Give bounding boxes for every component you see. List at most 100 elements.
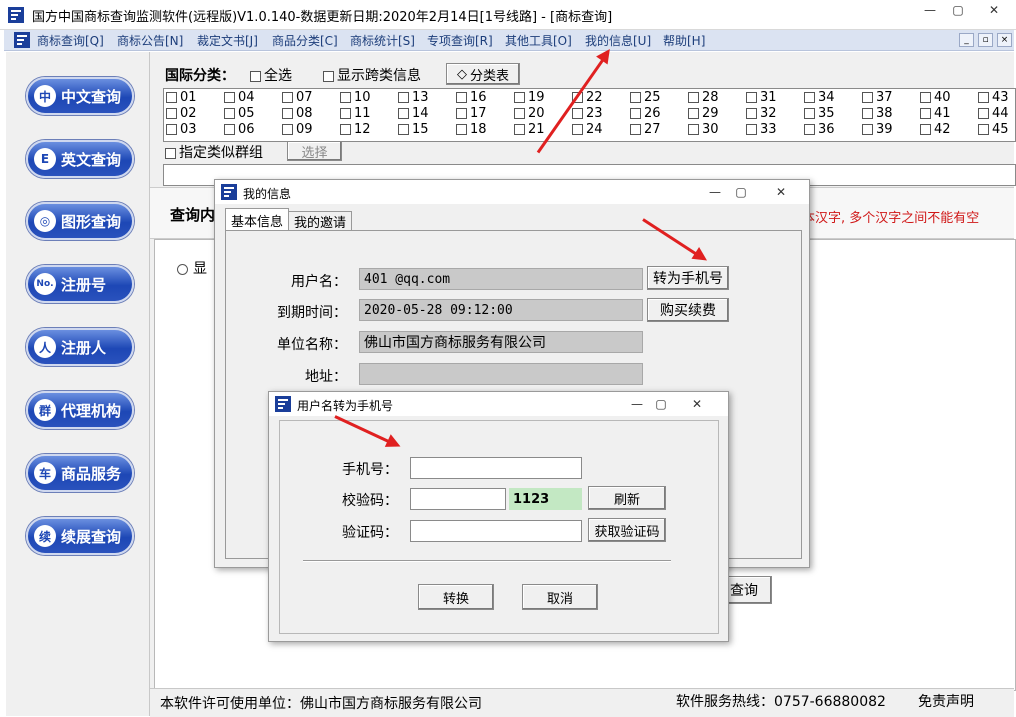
class-checkbox[interactable]: 16 (456, 90, 487, 105)
renew-button[interactable]: 购买续费 (647, 298, 729, 322)
class-checkbox[interactable]: 36 (804, 122, 835, 137)
phone-input[interactable] (410, 457, 582, 479)
class-checkbox[interactable]: 05 (224, 106, 255, 121)
sidebar-english-query[interactable]: E 英文查询 (26, 140, 134, 178)
class-checkbox[interactable]: 10 (340, 90, 371, 105)
sidebar-registrant[interactable]: 人注册人 (26, 328, 134, 366)
menu-statistics[interactable]: 商标统计[S] (350, 32, 415, 49)
class-checkbox[interactable]: 31 (746, 90, 777, 105)
class-checkbox[interactable]: 11 (340, 106, 371, 121)
similar-group-checkbox[interactable]: 指定类似群组 (165, 142, 263, 162)
tab-basic-info[interactable]: 基本信息 (225, 208, 289, 231)
class-checkbox[interactable]: 13 (398, 90, 429, 105)
class-checkbox[interactable]: 29 (688, 106, 719, 121)
sidebar-chinese-query[interactable]: 中中文查询 (26, 77, 134, 115)
menu-special-query[interactable]: 专项查询[R] (427, 32, 493, 49)
class-checkbox[interactable]: 39 (862, 122, 893, 137)
class-checkbox[interactable]: 17 (456, 106, 487, 121)
class-checkbox[interactable]: 20 (514, 106, 545, 121)
class-checkbox[interactable]: 25 (630, 90, 661, 105)
class-checkbox[interactable]: 38 (862, 106, 893, 121)
class-checkbox[interactable]: 08 (282, 106, 313, 121)
sidebar-agency[interactable]: 群代理机构 (26, 391, 134, 429)
class-checkbox[interactable]: 14 (398, 106, 429, 121)
convert-maximize-icon[interactable]: ▢ (647, 395, 675, 413)
class-checkbox[interactable]: 23 (572, 106, 603, 121)
minimize-icon[interactable]: — (916, 1, 944, 19)
menu-help[interactable]: 帮助[H] (663, 32, 705, 49)
refresh-button[interactable]: 刷新 (588, 486, 666, 510)
class-checkbox[interactable]: 40 (920, 90, 951, 105)
class-checkbox[interactable]: 33 (746, 122, 777, 137)
tab-my-invitation[interactable]: 我的邀请 (288, 211, 352, 231)
class-checkbox[interactable]: 24 (572, 122, 603, 137)
dialog-maximize-icon[interactable]: ▢ (727, 183, 755, 201)
class-checkbox[interactable]: 19 (514, 90, 545, 105)
group-icon: 群 (34, 399, 56, 421)
sidebar-goods-services[interactable]: 车商品服务 (26, 454, 134, 492)
check-code-input[interactable] (410, 488, 506, 510)
username-field[interactable]: 401 @qq.com (359, 268, 643, 290)
class-checkbox[interactable]: 42 (920, 122, 951, 137)
child-close-icon[interactable]: × (997, 33, 1012, 47)
menu-other-tools[interactable]: 其他工具[O] (505, 32, 572, 49)
to-mobile-button[interactable]: 转为手机号 (647, 266, 729, 290)
convert-dialog-app-icon (275, 396, 291, 412)
menu-trademark-query[interactable]: 商标查询[Q] (37, 32, 104, 49)
address-field[interactable] (359, 363, 643, 385)
class-checkbox[interactable]: 28 (688, 90, 719, 105)
menu-my-info[interactable]: 我的信息[U] (585, 32, 651, 49)
sidebar-graphic-query[interactable]: ◎ 图形查询 (26, 202, 134, 240)
class-checkbox[interactable]: 44 (978, 106, 1009, 121)
class-checkbox[interactable]: 09 (282, 122, 313, 137)
class-checkbox[interactable]: 06 (224, 122, 255, 137)
class-checkbox[interactable]: 26 (630, 106, 661, 121)
class-checkbox[interactable]: 21 (514, 122, 545, 137)
class-checkbox[interactable]: 45 (978, 122, 1009, 137)
class-checkbox[interactable]: 30 (688, 122, 719, 137)
sidebar-renewal-query[interactable]: 续续展查询 (26, 517, 134, 555)
class-checkbox-grid: 01 02 03 04 05 06 07 08 09 10 11 12 13 14 15 16 17 18 19 20… (163, 88, 1016, 142)
child-restore-icon[interactable]: ▫ (978, 33, 993, 47)
class-table-button[interactable]: ◇ 分类表 (446, 63, 520, 85)
license-text: 本软件许可使用单位：佛山市国方商标服务有限公司 (160, 696, 482, 712)
class-checkbox[interactable]: 12 (340, 122, 371, 137)
class-checkbox[interactable]: 15 (398, 122, 429, 137)
class-checkbox[interactable]: 01 (166, 90, 197, 105)
verify-code-input[interactable] (410, 520, 582, 542)
maximize-icon[interactable]: ▢ (944, 1, 972, 19)
convert-close-icon[interactable]: ✕ (683, 395, 711, 413)
class-checkbox[interactable]: 27 (630, 122, 661, 137)
hotline-text: 软件服务热线：0757-66880082 (676, 694, 886, 710)
choose-button[interactable]: 选择 (287, 141, 342, 161)
close-icon[interactable]: ✕ (980, 1, 1008, 19)
class-checkbox[interactable]: 32 (746, 106, 777, 121)
class-checkbox[interactable]: 03 (166, 122, 197, 137)
child-minimize-icon[interactable]: _ (959, 33, 974, 47)
class-checkbox[interactable]: 34 (804, 90, 835, 105)
class-checkbox[interactable]: 43 (978, 90, 1009, 105)
class-checkbox[interactable]: 41 (920, 106, 951, 121)
expiry-field[interactable]: 2020-05-28 09:12:00 (359, 299, 643, 321)
company-field[interactable]: 佛山市国方商标服务有限公司 (359, 331, 643, 353)
menu-rulings[interactable]: 裁定文书[J] (197, 32, 258, 49)
convert-button[interactable]: 转换 (418, 584, 494, 610)
class-checkbox[interactable]: 35 (804, 106, 835, 121)
display-radio[interactable]: 显 (177, 258, 207, 278)
show-cross-class-checkbox[interactable]: 显示跨类信息 (323, 65, 421, 85)
class-checkbox[interactable]: 07 (282, 90, 313, 105)
get-code-button[interactable]: 获取验证码 (588, 518, 666, 542)
menu-goods-classes[interactable]: 商品分类[C] (272, 32, 338, 49)
class-checkbox[interactable]: 02 (166, 106, 197, 121)
disclaimer-link[interactable]: 免责声明 (918, 691, 974, 711)
menu-trademark-announcement[interactable]: 商标公告[N] (117, 32, 183, 49)
class-checkbox[interactable]: 37 (862, 90, 893, 105)
class-checkbox[interactable]: 04 (224, 90, 255, 105)
select-all-checkbox[interactable]: 全选 (250, 65, 292, 85)
cancel-button[interactable]: 取消 (522, 584, 598, 610)
dialog-close-icon[interactable]: ✕ (767, 183, 795, 201)
sidebar-registration-number[interactable]: No. 注册号 (26, 265, 134, 303)
dialog-minimize-icon[interactable]: — (701, 183, 729, 201)
divider (303, 560, 671, 562)
class-checkbox[interactable]: 18 (456, 122, 487, 137)
